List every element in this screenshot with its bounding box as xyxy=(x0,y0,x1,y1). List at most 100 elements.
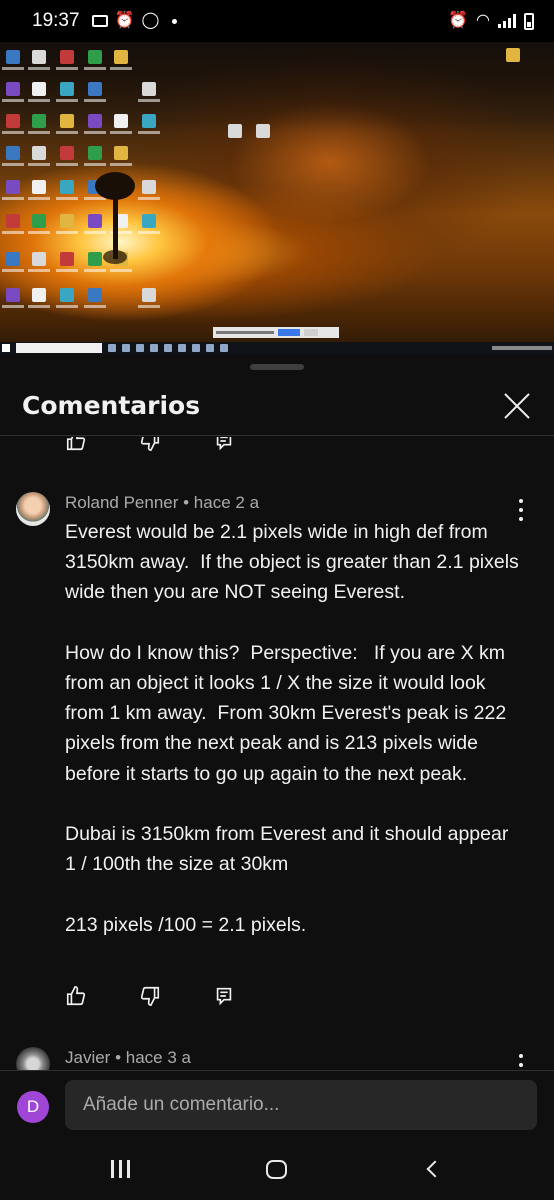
desktop-icon-label xyxy=(138,231,160,234)
comment-meta: Roland Penner • hace 2 a xyxy=(65,493,260,512)
comment-actions xyxy=(64,437,286,453)
desktop-icon-label xyxy=(84,163,106,166)
desktop-icon-label xyxy=(56,131,78,134)
desktop-icon-label xyxy=(2,131,24,134)
desktop-icon xyxy=(60,114,74,128)
screen-icon xyxy=(91,15,108,27)
dislike-icon[interactable] xyxy=(138,984,162,1008)
desktop-icon-label xyxy=(2,99,24,102)
comment-input[interactable] xyxy=(65,1080,537,1130)
desktop-icon-label xyxy=(110,163,132,166)
desktop-icon xyxy=(60,252,74,266)
desktop-icon-label xyxy=(56,67,78,70)
close-icon[interactable] xyxy=(502,391,532,421)
desktop-notification xyxy=(213,327,339,338)
desktop-icon xyxy=(142,114,156,128)
user-avatar[interactable]: D xyxy=(17,1091,49,1123)
desktop-icon xyxy=(88,288,102,302)
desktop-icon-label xyxy=(28,131,50,134)
desktop-icon xyxy=(88,146,102,160)
desktop-icon xyxy=(142,82,156,96)
comment-text: Everest would be 2.1 pixels wide in high… xyxy=(65,521,519,936)
desktop-icon-label xyxy=(56,197,78,200)
dot-icon xyxy=(172,18,178,24)
dislike-icon[interactable] xyxy=(138,437,162,453)
desktop-icon xyxy=(60,180,74,194)
desktop-icon xyxy=(6,252,20,266)
desktop-icon-label xyxy=(28,99,50,102)
comment-actions xyxy=(64,984,286,1008)
windows-start-icon xyxy=(2,344,10,352)
desktop-icon-label xyxy=(28,67,50,70)
desktop-icon-label xyxy=(84,131,106,134)
more-options-icon[interactable] xyxy=(514,1054,528,1070)
desktop-icon xyxy=(6,50,20,64)
desktop-icon-label xyxy=(138,131,160,134)
panel-header: Comentarios xyxy=(0,376,554,436)
desktop-icon xyxy=(60,50,74,64)
desktop-icon xyxy=(32,50,46,64)
desktop-icon xyxy=(142,214,156,228)
desktop-icon-label xyxy=(110,67,132,70)
desktop-icon-label xyxy=(2,197,24,200)
comments-panel: Comentarios Roland Penner • hace 2 a Eve… xyxy=(0,354,554,1200)
desktop-icon-label xyxy=(84,67,106,70)
desktop-icon-label xyxy=(56,305,78,308)
system-tray xyxy=(492,346,552,350)
tree-silhouette xyxy=(95,172,135,267)
desktop-icon xyxy=(142,180,156,194)
drag-handle[interactable] xyxy=(250,364,304,370)
desktop-icon-label xyxy=(28,163,50,166)
reply-icon[interactable] xyxy=(212,437,236,453)
taskbar-app-icon xyxy=(164,344,172,352)
desktop-icon xyxy=(32,180,46,194)
desktop-icon xyxy=(60,82,74,96)
status-bar: 19:37 ⏰ ◯ ⏰ ◠ xyxy=(0,0,554,42)
desktop-icon xyxy=(142,288,156,302)
desktop-icon-label xyxy=(84,99,106,102)
avatar[interactable] xyxy=(16,492,50,526)
add-comment-bar: D xyxy=(0,1070,554,1145)
desktop-icon xyxy=(88,50,102,64)
desktop-icon-label xyxy=(138,197,160,200)
avatar[interactable] xyxy=(16,1047,50,1070)
desktop-icon-label xyxy=(138,305,160,308)
back-icon[interactable] xyxy=(412,1155,452,1183)
desktop-icon-label xyxy=(56,269,78,272)
desktop-icon xyxy=(114,146,128,160)
desktop-icon xyxy=(506,48,520,62)
like-icon[interactable] xyxy=(64,984,88,1008)
desktop-icon-label xyxy=(56,99,78,102)
desktop-icon xyxy=(32,252,46,266)
recents-icon[interactable] xyxy=(100,1155,140,1183)
taskbar-search xyxy=(16,343,102,353)
desktop-icon-label xyxy=(2,231,24,234)
taskbar-app-icon xyxy=(108,344,116,352)
clock: 19:37 xyxy=(32,10,80,31)
system-nav-bar xyxy=(0,1145,554,1200)
desktop-icon xyxy=(60,288,74,302)
taskbar-app-icon xyxy=(122,344,130,352)
desktop-icon-label xyxy=(56,231,78,234)
taskbar-app-icon xyxy=(150,344,158,352)
desktop-icon xyxy=(32,214,46,228)
taskbar-app-icon xyxy=(178,344,186,352)
desktop-icon xyxy=(6,82,20,96)
desktop-icon xyxy=(88,114,102,128)
reply-icon[interactable] xyxy=(212,984,236,1008)
like-icon[interactable] xyxy=(64,437,88,453)
desktop-icon xyxy=(60,146,74,160)
desktop-taskbar xyxy=(0,342,554,354)
desktop-icon xyxy=(6,180,20,194)
desktop-icon xyxy=(32,288,46,302)
video-player[interactable] xyxy=(0,42,554,354)
taskbar-app-icon xyxy=(192,344,200,352)
comments-list[interactable]: Roland Penner • hace 2 a Everest would b… xyxy=(0,437,554,1070)
desktop-icon-label xyxy=(28,231,50,234)
desktop-icon-label xyxy=(2,163,24,166)
desktop-icon-label xyxy=(2,67,24,70)
desktop-icon-label xyxy=(84,305,106,308)
signal-icon xyxy=(498,14,516,28)
desktop-icon-label xyxy=(110,131,132,134)
home-icon[interactable] xyxy=(256,1155,296,1183)
